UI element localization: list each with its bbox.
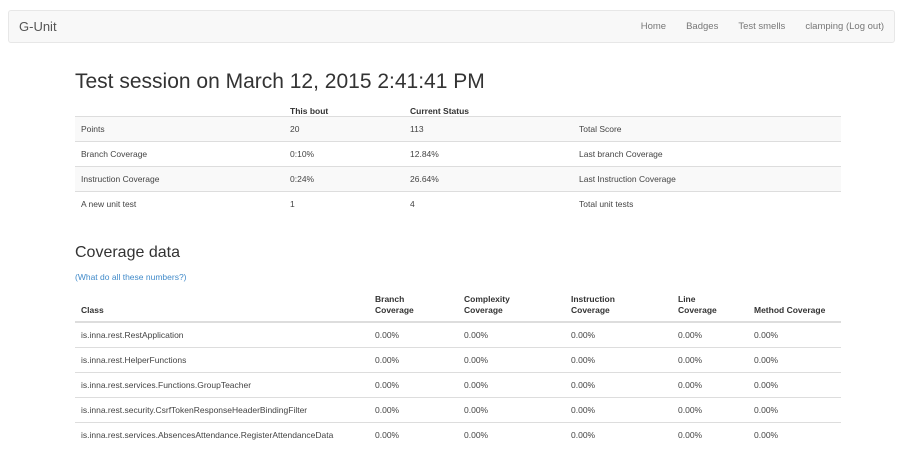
summary-cell-label: Points: [75, 116, 284, 142]
coverage-cell-method: 0.00%: [748, 372, 841, 398]
coverage-cell-line: 0.00%: [672, 397, 748, 423]
coverage-cell-method: 0.00%: [748, 422, 841, 447]
coverage-table: Class Branch Coverage Complexity Coverage …: [75, 292, 841, 447]
coverage-help-link[interactable]: (What do all these numbers?): [75, 272, 187, 282]
coverage-row: is.inna.rest.services.AbsencesAttendance…: [75, 422, 841, 447]
coverage-section-title: Coverage data: [75, 244, 180, 261]
coverage-cell-line: 0.00%: [678, 330, 703, 340]
coverage-cell-complexity: 0.00%: [458, 422, 565, 447]
coverage-cell-instruction: 0.00%: [565, 397, 672, 423]
coverage-cell-class: is.inna.rest.RestApplication: [81, 330, 184, 340]
summary-header-description: [573, 100, 841, 117]
summary-row: Instruction Coverage 0:24% 26.64% Last I…: [75, 166, 841, 192]
coverage-row: is.inna.rest.HelperFunctions 0.00% 0.00%…: [75, 347, 841, 373]
coverage-cell-branch: 0.00%: [369, 347, 458, 373]
coverage-cell-instruction: 0.00%: [565, 372, 672, 398]
summary-cell-this-bout: 0:24%: [284, 166, 404, 192]
coverage-row: is.inna.rest.services.Functions.GroupTea…: [75, 372, 841, 398]
summary-cell-label: Instruction Coverage: [75, 166, 284, 192]
nav-home-link[interactable]: Home: [641, 21, 666, 32]
summary-cell-description: Total unit tests: [573, 191, 841, 216]
coverage-cell-line: 0.00%: [672, 347, 748, 373]
summary-cell-this-bout: 0:10%: [284, 141, 404, 167]
coverage-cell-branch: 0.00%: [375, 330, 400, 340]
summary-cell-current: 26.64%: [404, 166, 573, 192]
summary-row: Points 20 113 Total Score: [75, 116, 841, 142]
page-title: Test session on March 12, 2015 2:41:41 P…: [75, 70, 485, 93]
coverage-header-class: Class: [75, 292, 369, 323]
coverage-cell-line: 0.00%: [672, 372, 748, 398]
coverage-cell-branch: 0.00%: [369, 397, 458, 423]
nav-badges-link[interactable]: Badges: [686, 21, 718, 32]
summary-cell-current: 12.84%: [404, 141, 573, 167]
summary-row: Branch Coverage 0:10% 12.84% Last branch…: [75, 141, 841, 167]
coverage-cell-complexity: 0.00%: [458, 347, 565, 373]
coverage-cell-class: is.inna.rest.services.Functions.GroupTea…: [75, 372, 369, 398]
summary-cell-this-bout: 1: [284, 191, 404, 216]
summary-header-label: [75, 100, 284, 117]
summary-cell-label: Branch Coverage: [75, 141, 284, 167]
navbar: G-Unit Home Badges Test smells clamping …: [8, 10, 895, 43]
summary-header-current-status: Current Status: [410, 106, 470, 116]
coverage-cell-line: 0.00%: [672, 422, 748, 447]
coverage-cell-instruction: 0.00%: [565, 347, 672, 373]
summary-table: This bout Current Status Points 20 113 T…: [75, 100, 841, 216]
coverage-cell-branch: 0.00%: [369, 372, 458, 398]
nav-test-smells-link[interactable]: Test smells: [738, 21, 785, 32]
coverage-cell-complexity: 0.00%: [464, 330, 489, 340]
coverage-header-complexity: Complexity Coverage: [458, 292, 565, 323]
nav-links: Home Badges Test smells clamping (Log ou…: [621, 21, 884, 32]
coverage-header-line: Line Coverage: [672, 292, 748, 323]
summary-cell-description: Last branch Coverage: [573, 141, 841, 167]
summary-cell-current: 4: [404, 191, 573, 216]
coverage-row: is.inna.rest.RestApplication 0.00% 0.00%…: [75, 322, 841, 348]
coverage-cell-complexity: 0.00%: [458, 372, 565, 398]
summary-cell-description: Total Score: [573, 116, 841, 142]
summary-cell-this-bout: 20: [284, 116, 404, 142]
summary-cell-current: 113: [404, 116, 573, 142]
coverage-cell-branch: 0.00%: [369, 422, 458, 447]
nav-logout-link[interactable]: clamping (Log out): [805, 21, 884, 32]
summary-header-this-bout: This bout: [290, 106, 329, 116]
coverage-cell-class: is.inna.rest.security.CsrfTokenResponseH…: [75, 397, 369, 423]
coverage-cell-class: is.inna.rest.services.AbsencesAttendance…: [75, 422, 369, 447]
coverage-header-method: Method Coverage: [748, 292, 841, 323]
coverage-header-row: Class Branch Coverage Complexity Coverage …: [75, 292, 841, 323]
coverage-cell-method: 0.00%: [754, 330, 779, 340]
coverage-cell-method: 0.00%: [748, 397, 841, 423]
summary-cell-label: A new unit test: [75, 191, 284, 216]
summary-row: A new unit test 1 4 Total unit tests: [75, 191, 841, 216]
coverage-header-instruction: Instruction Coverage: [565, 292, 672, 323]
coverage-cell-method: 0.00%: [748, 347, 841, 373]
coverage-cell-instruction: 0.00%: [565, 422, 672, 447]
summary-header-row: This bout Current Status: [75, 100, 841, 117]
summary-cell-description: Last Instruction Coverage: [573, 166, 841, 192]
coverage-row: is.inna.rest.security.CsrfTokenResponseH…: [75, 397, 841, 423]
brand-link[interactable]: G-Unit: [19, 19, 57, 34]
coverage-cell-instruction: 0.00%: [571, 330, 596, 340]
coverage-cell-class: is.inna.rest.HelperFunctions: [75, 347, 369, 373]
coverage-header-branch: Branch Coverage: [369, 292, 458, 323]
coverage-cell-complexity: 0.00%: [458, 397, 565, 423]
main-content: Test session on March 12, 2015 2:41:41 P…: [75, 70, 841, 447]
